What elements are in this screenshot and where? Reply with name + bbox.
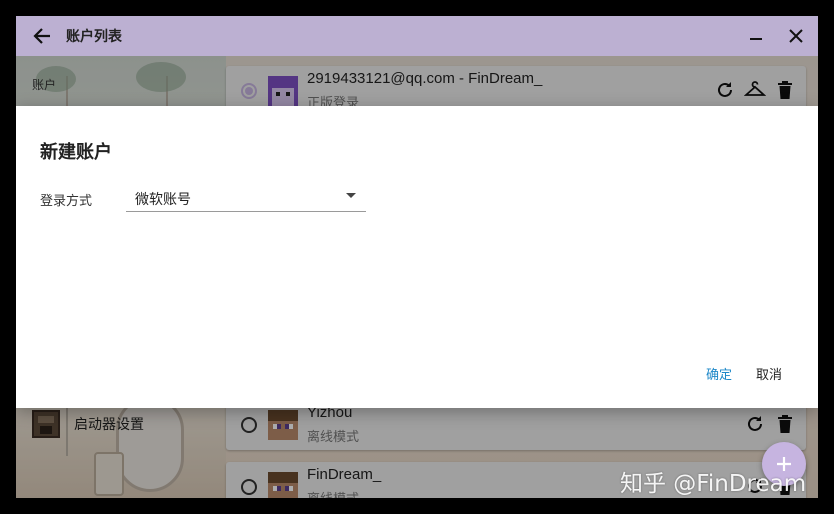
minimize-icon[interactable] xyxy=(744,24,768,48)
login-method-select[interactable]: 微软账号 xyxy=(126,178,366,212)
chevron-down-icon xyxy=(346,193,356,198)
login-method-label: 登录方式 xyxy=(40,193,93,208)
dialog-title: 新建账户 xyxy=(40,142,112,162)
window-title: 账户列表 xyxy=(66,28,122,44)
close-icon[interactable] xyxy=(784,24,808,48)
app-window: 账户列表 账户 启动器设置 2919433121@qq.com - FinDre… xyxy=(16,16,818,498)
login-method-value: 微软账号 xyxy=(135,191,191,207)
title-bar: 账户列表 xyxy=(16,16,818,56)
new-account-dialog: 新建账户 登录方式 微软账号 确定 取消 xyxy=(16,106,818,408)
back-arrow-icon[interactable] xyxy=(30,24,54,48)
cancel-button[interactable]: 取消 xyxy=(756,364,782,383)
confirm-button[interactable]: 确定 xyxy=(706,364,732,383)
watermark: 知乎 @FinDream xyxy=(620,471,807,497)
